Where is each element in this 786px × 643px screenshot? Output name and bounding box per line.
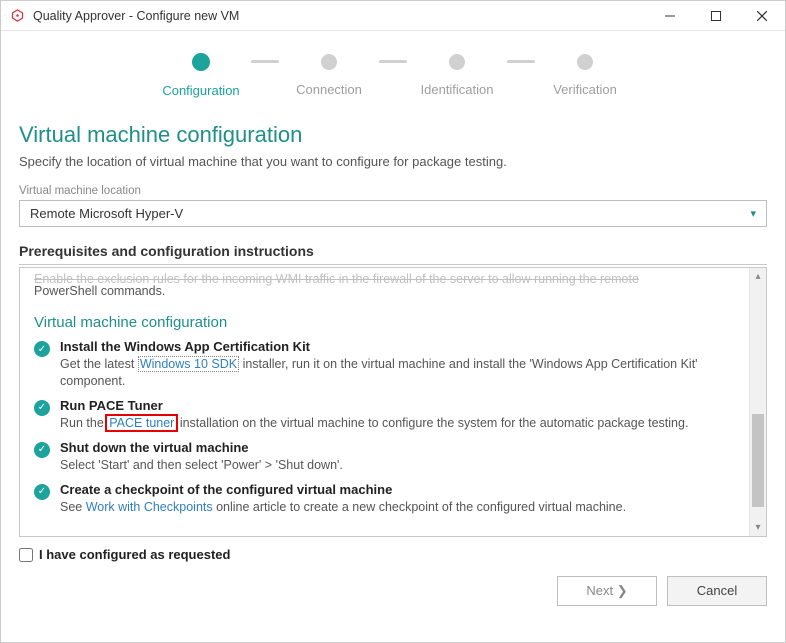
prereq-title: Create a checkpoint of the configured vi…	[60, 482, 626, 497]
close-button[interactable]	[739, 1, 785, 31]
step-label: Identification	[421, 82, 494, 97]
check-circle-icon: ✓	[34, 442, 50, 458]
instructions-panel: Enable the exclusion rules for the incom…	[19, 267, 767, 537]
cancel-button[interactable]: Cancel	[667, 576, 767, 606]
vertical-scrollbar[interactable]: ▴ ▾	[749, 268, 766, 536]
vm-location-select[interactable]: Remote Microsoft Hyper-V ▾	[19, 200, 767, 227]
prereq-item-shutdown: ✓ Shut down the virtual machine Select '…	[34, 440, 735, 474]
scroll-down-icon[interactable]: ▾	[750, 519, 766, 536]
step-dot-icon	[577, 54, 593, 70]
step-label: Verification	[553, 82, 617, 97]
prereq-item-wack: ✓ Install the Windows App Certification …	[34, 339, 735, 390]
prereq-desc: Select 'Start' and then select 'Power' >…	[60, 457, 343, 474]
step-identification[interactable]: Identification	[409, 54, 505, 97]
instructions-scroll[interactable]: Enable the exclusion rules for the incom…	[20, 268, 749, 536]
step-dot-icon	[449, 54, 465, 70]
prereq-desc: See Work with Checkpoints online article…	[60, 499, 626, 516]
scroll-up-icon[interactable]: ▴	[750, 268, 766, 285]
prereq-title: Run PACE Tuner	[60, 398, 688, 413]
step-connector	[251, 60, 279, 63]
vm-config-subheading: Virtual machine configuration	[34, 314, 735, 331]
footer: Next ❯ Cancel	[1, 572, 785, 620]
confirm-label[interactable]: I have configured as requested	[39, 547, 230, 562]
page-description: Specify the location of virtual machine …	[19, 154, 767, 169]
step-dot-icon	[192, 53, 210, 71]
scroll-thumb[interactable]	[752, 414, 764, 508]
prereq-item-checkpoint: ✓ Create a checkpoint of the configured …	[34, 482, 735, 516]
sdk-link[interactable]: Windows 10 SDK	[138, 356, 239, 372]
prereq-title: Shut down the virtual machine	[60, 440, 343, 455]
window-title: Quality Approver - Configure new VM	[33, 9, 647, 23]
chevron-down-icon: ▾	[750, 207, 756, 220]
confirm-row: I have configured as requested	[1, 537, 785, 572]
prereq-desc: Get the latest Windows 10 SDK installer,…	[60, 356, 735, 390]
content-area: Virtual machine configuration Specify th…	[1, 108, 785, 537]
minimize-button[interactable]	[647, 1, 693, 31]
confirm-checkbox[interactable]	[19, 548, 33, 562]
scroll-track[interactable]	[750, 285, 766, 519]
step-verification[interactable]: Verification	[537, 54, 633, 97]
step-configuration[interactable]: Configuration	[153, 53, 249, 98]
step-label: Configuration	[162, 83, 239, 98]
check-circle-icon: ✓	[34, 484, 50, 500]
prereq-heading: Prerequisites and configuration instruct…	[19, 243, 767, 265]
step-dot-icon	[321, 54, 337, 70]
step-connector	[507, 60, 535, 63]
title-bar: Quality Approver - Configure new VM	[1, 1, 785, 31]
chevron-right-icon: ❯	[617, 583, 628, 598]
prereq-desc: Run the PACE tuner installation on the v…	[60, 415, 688, 432]
next-button[interactable]: Next ❯	[557, 576, 657, 606]
truncated-paragraph: PowerShell commands.	[34, 284, 735, 298]
step-connection[interactable]: Connection	[281, 54, 377, 97]
vm-location-value: Remote Microsoft Hyper-V	[30, 206, 183, 221]
page-title: Virtual machine configuration	[19, 122, 767, 148]
app-logo-icon	[9, 8, 25, 24]
step-connector	[379, 60, 407, 63]
check-circle-icon: ✓	[34, 400, 50, 416]
prereq-title: Install the Windows App Certification Ki…	[60, 339, 735, 354]
wizard-stepper: Configuration Connection Identification …	[1, 31, 785, 108]
maximize-button[interactable]	[693, 1, 739, 31]
prereq-item-pace: ✓ Run PACE Tuner Run the PACE tuner inst…	[34, 398, 735, 432]
checkpoints-link[interactable]: Work with Checkpoints	[86, 500, 213, 514]
check-circle-icon: ✓	[34, 341, 50, 357]
pace-tuner-link[interactable]: PACE tuner	[109, 416, 174, 430]
vm-location-label: Virtual machine location	[19, 185, 767, 197]
step-label: Connection	[296, 82, 362, 97]
